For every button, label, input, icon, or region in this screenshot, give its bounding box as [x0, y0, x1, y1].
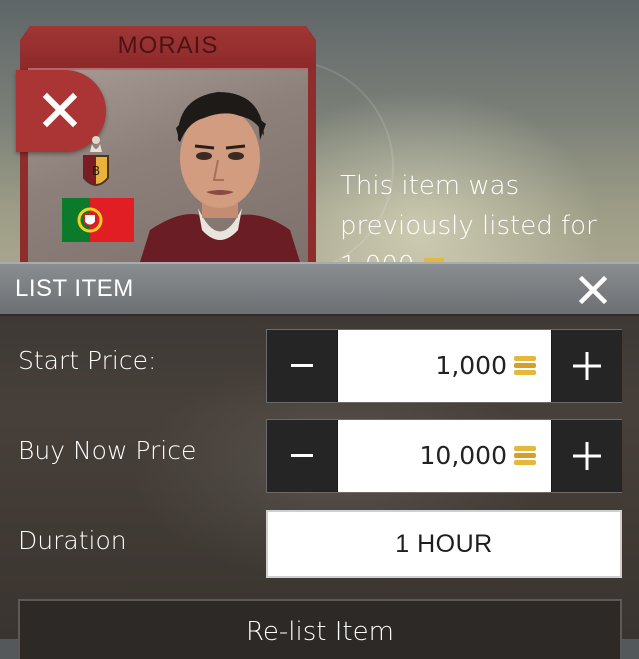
previous-listing-line3: 1,000 [340, 246, 630, 262]
dialog-header: LIST ITEM [0, 262, 639, 316]
relist-item-label: Re-list Item [246, 617, 394, 647]
dialog-title: LIST ITEM [15, 275, 134, 302]
background-scene: MORAIS B This item was previously listed… [0, 0, 639, 262]
close-icon [578, 275, 608, 305]
buy-now-price-label: Buy Now Price [18, 436, 197, 465]
buy-now-price-increase-button[interactable] [552, 420, 622, 492]
start-price-label: Start Price: [18, 346, 157, 375]
dialog-close-button[interactable] [578, 275, 608, 305]
previous-price-value: 1,000 [340, 251, 414, 262]
duration-label: Duration [18, 526, 127, 555]
start-price-decrease-button[interactable] [267, 330, 337, 402]
portugal-flag-icon [62, 198, 134, 242]
buy-now-price-input[interactable]: 10,000 [338, 420, 551, 492]
bradford-city-crest-icon: B [83, 136, 109, 186]
relist-item-button[interactable]: Re-list Item [18, 599, 622, 659]
start-price-increase-button[interactable] [552, 330, 622, 402]
buy-now-price-value: 10,000 [419, 441, 507, 470]
coin-icon [514, 356, 536, 375]
player-name: MORAIS [117, 32, 219, 59]
plus-icon [573, 442, 601, 470]
card-header: MORAIS [20, 26, 316, 70]
start-price-input[interactable]: 1,000 [338, 330, 551, 402]
previous-listing-line2: previously listed for [340, 211, 597, 241]
buy-now-price-stepper: 10,000 [266, 419, 622, 493]
close-icon [42, 92, 78, 128]
previous-listing-note: This item was previously listed for 1,00… [340, 166, 630, 262]
svg-text:B: B [92, 164, 100, 178]
player-portrait [140, 92, 300, 262]
start-price-value: 1,000 [435, 351, 507, 380]
previous-listing-line1: This item was [340, 171, 520, 201]
start-price-stepper: 1,000 [266, 329, 622, 403]
list-item-dialog: LIST ITEM Start Price: 1,000 Buy Now Pri… [0, 262, 639, 659]
buy-now-price-decrease-button[interactable] [267, 420, 337, 492]
plus-icon [573, 352, 601, 380]
coin-icon [514, 446, 536, 465]
minus-icon [291, 364, 313, 367]
duration-select[interactable]: 1 HOUR [266, 510, 622, 578]
minus-icon [291, 454, 313, 457]
